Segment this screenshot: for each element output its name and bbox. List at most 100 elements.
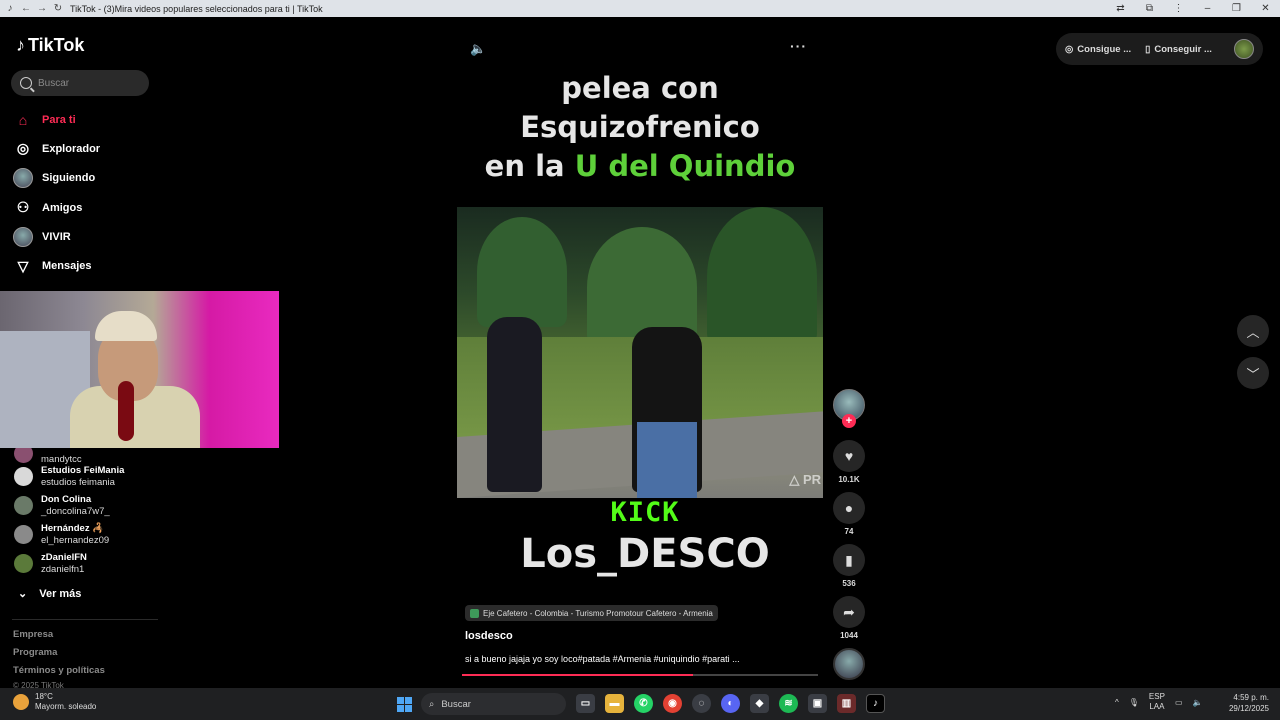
- following-item[interactable]: Hernández 🦂 el_hernandez09: [14, 523, 164, 546]
- taskbar-search-label: Buscar: [441, 698, 471, 710]
- get-coins-button[interactable]: ◎ Consigue ...: [1065, 44, 1131, 55]
- avatar: [14, 554, 33, 573]
- translate-icon[interactable]: ⇄: [1106, 3, 1135, 14]
- chevron-up-icon: ︿: [1246, 324, 1260, 340]
- sidebar-item-label: Siguiendo: [42, 172, 96, 185]
- minimize-button[interactable]: –: [1193, 3, 1222, 14]
- search-input[interactable]: [38, 77, 138, 89]
- video-author[interactable]: losdesco: [465, 630, 513, 642]
- network-icon[interactable]: ▭: [1175, 698, 1183, 707]
- following-item[interactable]: Estudios FeiMania estudios feimania: [14, 465, 164, 488]
- share-action[interactable]: ➦ 1044: [833, 596, 865, 640]
- spotify-icon[interactable]: ≋: [779, 694, 798, 713]
- get-app-button[interactable]: ▯ Conseguir ...: [1145, 44, 1212, 55]
- like-action[interactable]: ♥ 10.1K: [833, 440, 865, 484]
- window-controls: ⇄ ⧉ ⋮ – ❐ ✕: [1106, 3, 1280, 14]
- footer-link-programa[interactable]: Programa: [13, 647, 57, 658]
- share-count: 1044: [840, 631, 858, 640]
- file-explorer-icon[interactable]: ▬: [605, 694, 624, 713]
- tiktok-taskbar-icon[interactable]: ♪: [866, 694, 885, 713]
- next-video-button[interactable]: ﹀: [1237, 357, 1269, 389]
- microphone: [118, 381, 134, 441]
- taskbar-search[interactable]: ⌕ Buscar: [421, 693, 566, 715]
- restore-button[interactable]: ❐: [1222, 3, 1251, 14]
- footer-link-empresa[interactable]: Empresa: [13, 629, 53, 640]
- following-name: Don Colina: [41, 494, 92, 505]
- tiktok-favicon-icon: ♪: [7, 3, 13, 14]
- comment-icon[interactable]: ●: [833, 492, 865, 524]
- close-button[interactable]: ✕: [1251, 3, 1280, 14]
- home-icon: ⌂: [18, 111, 28, 128]
- sidebar-item-siguiendo[interactable]: Siguiendo: [12, 164, 160, 193]
- whatsapp-icon[interactable]: ✆: [634, 694, 653, 713]
- heart-icon[interactable]: ♥: [833, 440, 865, 472]
- microphone-icon[interactable]: 🎙: [1129, 698, 1139, 707]
- language-indicator[interactable]: ESP LAA: [1149, 692, 1165, 712]
- save-action[interactable]: ▮ 536: [833, 544, 865, 588]
- volume-icon[interactable]: 🔈: [470, 41, 486, 57]
- tiktok-app: ♪ TikTok ⌂ Para ti ◎ Explorador Siguiend…: [0, 17, 1280, 690]
- following-handle: zdanielfn1: [41, 563, 85, 575]
- caption-line-1: pelea con: [561, 71, 719, 105]
- footer-link-terminos[interactable]: Términos y políticas: [13, 665, 105, 676]
- video-description[interactable]: si a bueno jajaja yo soy loco#patada #Ar…: [465, 654, 740, 664]
- sidebar-item-label: VIVIR: [42, 230, 71, 243]
- task-view-icon[interactable]: ▭: [576, 694, 595, 713]
- following-name: zDanielFN: [41, 552, 87, 563]
- comment-action[interactable]: ● 74: [833, 492, 865, 536]
- video-progress-bar[interactable]: [462, 674, 818, 676]
- forward-icon[interactable]: →: [36, 3, 48, 15]
- chrome-icon[interactable]: ◉: [663, 694, 682, 713]
- kick-logo: KICK: [610, 497, 680, 528]
- reload-icon[interactable]: ↻: [52, 3, 64, 15]
- bookmark-icon[interactable]: ▮: [833, 544, 865, 576]
- location-label: Eje Cafetero - Colombia - Turismo Promot…: [483, 608, 713, 618]
- search-bar[interactable]: [11, 70, 149, 96]
- phone-icon: ▯: [1145, 43, 1151, 55]
- sidebar-item-mensajes[interactable]: ▽ Mensajes: [12, 251, 160, 280]
- tiktok-logo[interactable]: ♪ TikTok: [16, 35, 84, 56]
- following-item[interactable]: zDanielFN zdanielfn1: [14, 552, 164, 575]
- sidebar-item-amigos[interactable]: ⚇ Amigos: [12, 193, 160, 222]
- sidebar-item-para-ti[interactable]: ⌂ Para ti: [12, 105, 160, 134]
- following-handle: mandytcc: [41, 453, 82, 465]
- following-item[interactable]: Don Colina _doncolina7w7_: [14, 494, 164, 517]
- video-top-controls: 🔈 ···: [470, 38, 815, 59]
- profile-avatar[interactable]: [1234, 39, 1254, 59]
- sidebar-item-vivir[interactable]: VIVIR: [12, 222, 160, 251]
- app-icon[interactable]: ▣: [808, 694, 827, 713]
- app-icon[interactable]: ◌: [692, 694, 711, 713]
- chevron-up-icon[interactable]: ^: [1115, 698, 1119, 707]
- search-icon: ⌕: [429, 698, 435, 710]
- location-tag[interactable]: Eje Cafetero - Colombia - Turismo Promot…: [465, 605, 718, 621]
- like-count: 10.1K: [838, 475, 860, 484]
- windows-taskbar: 18°C Mayorm. soleado ⌕ Buscar ▭ ▬ ✆ ◉ ◌ …: [0, 688, 1280, 720]
- clock[interactable]: 4:59 p. m. 29/12/2025: [1225, 692, 1269, 714]
- ver-mas-button[interactable]: ⌄ Ver más: [18, 587, 82, 601]
- weather-widget[interactable]: 18°C Mayorm. soleado: [13, 692, 96, 712]
- app-icon[interactable]: ◆: [750, 694, 769, 713]
- ver-mas-label: Ver más: [39, 587, 82, 600]
- coin-icon: ◎: [1065, 43, 1074, 55]
- video-player[interactable]: △ PR: [457, 207, 823, 498]
- back-icon[interactable]: ←: [20, 3, 32, 15]
- divider: [12, 619, 158, 620]
- discord-icon[interactable]: ◐: [721, 694, 740, 713]
- more-options-icon[interactable]: ···: [790, 38, 807, 54]
- start-button[interactable]: [397, 697, 412, 712]
- sidebar-item-explorador[interactable]: ◎ Explorador: [12, 134, 160, 163]
- clock-time: 4:59 p. m.: [1233, 693, 1269, 702]
- avatar: [14, 525, 33, 544]
- video-caption-overlay: pelea con Esquizofrenico en la U del Qui…: [455, 69, 825, 186]
- music-disc-icon[interactable]: [833, 648, 865, 680]
- follow-plus-icon[interactable]: +: [842, 414, 856, 428]
- app-icon[interactable]: ▥: [837, 694, 856, 713]
- previous-video-button[interactable]: ︿: [1237, 315, 1269, 347]
- volume-icon[interactable]: 🔈: [1193, 698, 1203, 707]
- comment-count: 74: [844, 527, 854, 536]
- creator-profile[interactable]: +: [833, 389, 865, 428]
- menu-dots-icon[interactable]: ⋮: [1164, 3, 1193, 14]
- avatar: [13, 168, 33, 189]
- extensions-icon[interactable]: ⧉: [1135, 3, 1164, 14]
- share-icon[interactable]: ➦: [833, 596, 865, 628]
